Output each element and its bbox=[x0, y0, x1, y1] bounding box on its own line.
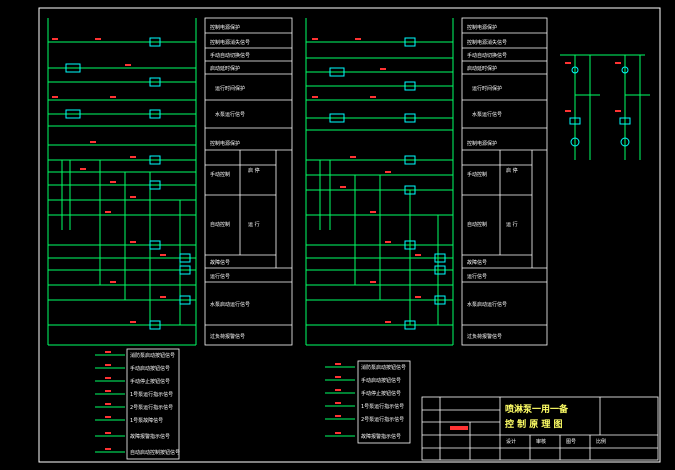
left-row-5: 运行时间保护 bbox=[215, 85, 245, 92]
legend-left-7: 故障报警指示信号 bbox=[130, 433, 170, 440]
legend-right-1: 消防泵启动按钮信号 bbox=[361, 364, 406, 371]
left-mid-6: 运行信号 bbox=[210, 273, 230, 280]
right-mid-6: 运行信号 bbox=[467, 273, 487, 280]
right-row-6: 水泵运行信号 bbox=[472, 111, 502, 118]
title-cell-4: 比例 bbox=[596, 438, 606, 445]
legend-left-4: 1号泵运行指示信号 bbox=[130, 391, 173, 398]
left-row-2: 控制电源消失信号 bbox=[210, 39, 250, 46]
legend-left-3: 手动停止按钮信号 bbox=[130, 378, 170, 385]
left-bottom-1: 水泵启动运行信号 bbox=[210, 301, 250, 308]
right-mid-header: 控制电源保护 bbox=[467, 140, 497, 147]
title-cell-2: 审核 bbox=[536, 438, 546, 445]
title-line-2: 控 制 原 理 图 bbox=[505, 418, 563, 430]
legend-left-1: 消防泵启动按钮信号 bbox=[130, 352, 175, 359]
legend-right-2: 手动启动按钮信号 bbox=[361, 377, 401, 384]
right-bottom-1: 水泵启动运行信号 bbox=[467, 301, 507, 308]
left-mid-4: 运 行 bbox=[248, 221, 260, 228]
left-row-1: 控制电源保护 bbox=[210, 24, 240, 31]
title-block-red-mark bbox=[450, 426, 468, 430]
legend-right-6: 故障报警指示信号 bbox=[361, 433, 401, 440]
legend-left-8: 自动启动控制按钮信号 bbox=[130, 449, 180, 456]
right-row-2: 控制电源消失信号 bbox=[467, 39, 507, 46]
right-row-1: 控制电源保护 bbox=[467, 24, 497, 31]
title-line-1: 喷淋泵一用一备 bbox=[505, 403, 569, 415]
right-row-5: 运行时间保护 bbox=[472, 85, 502, 92]
left-mid-1: 手动控制 bbox=[210, 171, 230, 178]
right-mid-5: 故障信号 bbox=[467, 259, 487, 266]
legend-left-6: 1号泵故障信号 bbox=[130, 417, 163, 424]
left-row-3: 手动自动切换信号 bbox=[210, 52, 250, 59]
left-mid-5: 故障信号 bbox=[210, 259, 230, 266]
legend-right-3: 手动停止按钮信号 bbox=[361, 390, 401, 397]
right-row-3: 手动自动切换信号 bbox=[467, 52, 507, 59]
left-mid-header: 控制电源保护 bbox=[210, 140, 240, 147]
left-mid-2: 启 停 bbox=[248, 167, 260, 174]
title-cell-1: 设计 bbox=[506, 438, 516, 445]
left-mid-3: 自动控制 bbox=[210, 221, 230, 228]
right-row-4: 启动延时保护 bbox=[467, 65, 497, 72]
left-row-4: 启动延时保护 bbox=[210, 65, 240, 72]
right-mid-4: 运 行 bbox=[506, 221, 518, 228]
schematic-drawing: 控制电源保护 控制电源消失信号 手动自动切换信号 启动延时保护 运行时间保护 水… bbox=[0, 0, 675, 470]
left-row-6: 水泵运行信号 bbox=[215, 111, 245, 118]
right-mid-3: 自动控制 bbox=[467, 221, 487, 228]
left-bottom-2: 过负荷报警信号 bbox=[210, 333, 245, 340]
right-bottom-2: 过负荷报警信号 bbox=[467, 333, 502, 340]
legend-right-5: 2号泵运行指示信号 bbox=[361, 416, 404, 423]
title-cell-3: 图号 bbox=[566, 439, 576, 445]
legend-left-5: 2号泵运行指示信号 bbox=[130, 404, 173, 411]
right-mid-2: 启 停 bbox=[506, 167, 518, 174]
legend-left-2: 手动启动按钮信号 bbox=[130, 365, 170, 372]
right-mid-1: 手动控制 bbox=[467, 171, 487, 178]
legend-right-4: 1号泵运行指示信号 bbox=[361, 403, 404, 410]
